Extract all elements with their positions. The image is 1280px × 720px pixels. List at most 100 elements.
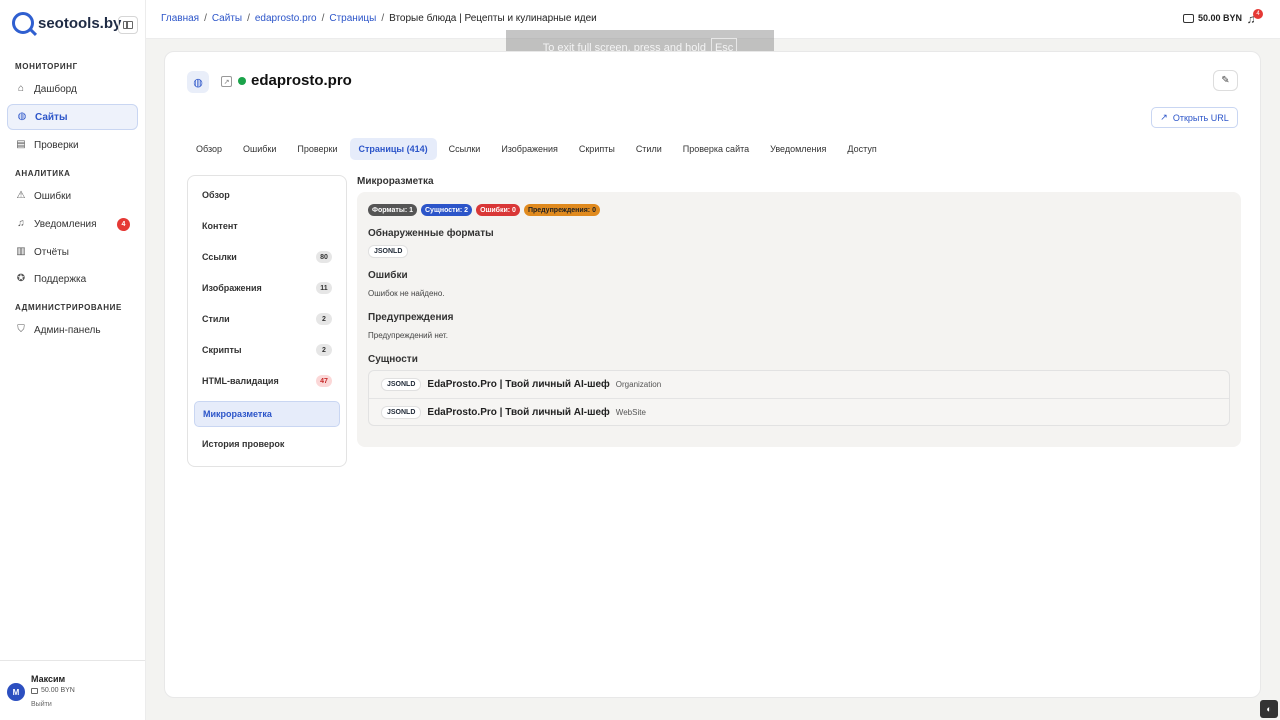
status-dot: [238, 77, 246, 85]
sidebar-item-notifications[interactable]: ♫ Уведомления 4: [7, 211, 138, 237]
breadcrumb-site[interactable]: edaprosto.pro: [255, 13, 317, 24]
logout-link[interactable]: Выйти: [31, 701, 52, 708]
sidebar-item-reports[interactable]: ▥ Отчёты: [7, 239, 138, 265]
avatar[interactable]: М: [7, 683, 25, 701]
subnav-item-check-history[interactable]: История проверок: [194, 431, 340, 457]
tab-checks[interactable]: Проверки: [288, 138, 346, 160]
entity-format-tag: JSONLD: [381, 378, 422, 391]
shield-icon: ⛉: [17, 324, 25, 335]
edit-button[interactable]: ✎: [1213, 70, 1238, 91]
errors-count-chip: Ошибки: 0: [476, 204, 520, 216]
subnav-item-images[interactable]: Изображения 11: [194, 275, 340, 301]
external-link-icon[interactable]: ↗: [221, 76, 232, 87]
sidebar-item-checks[interactable]: ▤ Проверки: [7, 132, 138, 158]
breadcrumb-home[interactable]: Главная: [161, 13, 199, 24]
list-item[interactable]: JSONLD EdaProsto.Pro | Твой личный AI-ше…: [369, 371, 1229, 398]
sidebar-item-label: Проверки: [34, 139, 79, 151]
subnav-item-label: Изображения: [202, 283, 262, 293]
warnings-title: Предупреждения: [368, 312, 454, 323]
globe-icon: ◍: [17, 111, 27, 122]
entity-type: WebSite: [615, 407, 646, 417]
warning-icon: ⚠: [16, 190, 26, 201]
subnav-item-scripts[interactable]: Скрипты 2: [194, 337, 340, 363]
breadcrumb-current: Вторые блюда | Рецепты и кулинарные идеи: [389, 13, 597, 24]
sidebar-item-label: Уведомления: [34, 218, 97, 230]
subnav-item-content[interactable]: Контент: [194, 213, 340, 239]
user-block: М Максим 50.00 BYN Выйти: [0, 660, 145, 720]
notification-badge: 4: [117, 218, 130, 231]
tab-site-check[interactable]: Проверка сайта: [674, 138, 758, 160]
count-badge: 2: [316, 313, 332, 325]
sidebar-item-sites[interactable]: ◍ Сайты: [7, 104, 138, 130]
subnav-item-label: Микроразметка: [203, 409, 272, 419]
subnav-item-overview[interactable]: Обзор: [194, 182, 340, 208]
bell-icon: ♫: [17, 218, 25, 229]
count-badge: 2: [316, 344, 332, 356]
document-icon: ▥: [16, 246, 26, 257]
entities-list: JSONLD EdaProsto.Pro | Твой личный AI-ше…: [368, 370, 1230, 426]
sidebar-item-label: Поддержка: [34, 273, 87, 285]
errors-title: Ошибки: [368, 270, 408, 281]
subnav-item-links[interactable]: Ссылки 80: [194, 244, 340, 270]
subnav-item-html-validation[interactable]: HTML-валидация 47: [194, 368, 340, 394]
tab-styles[interactable]: Стили: [627, 138, 671, 160]
breadcrumb-pages[interactable]: Страницы: [329, 13, 376, 24]
subnav-item-label: Контент: [202, 221, 238, 231]
assistant-button[interactable]: ◐: [1260, 700, 1278, 718]
breadcrumb-separator: /: [321, 13, 325, 24]
tab-notifications[interactable]: Уведомления: [761, 138, 835, 160]
subnav-item-styles[interactable]: Стили 2: [194, 306, 340, 332]
sidebar-item-label: Админ-панель: [34, 324, 101, 336]
tab-images[interactable]: Изображения: [492, 138, 567, 160]
clipboard-icon: ▤: [16, 139, 26, 150]
subnav-item-label: HTML-валидация: [202, 376, 279, 386]
user-balance: 50.00 BYN: [31, 687, 75, 694]
sidebar-item-label: Отчёты: [34, 246, 69, 258]
breadcrumb-sites[interactable]: Сайты: [212, 13, 242, 24]
tab-overview[interactable]: Обзор: [187, 138, 231, 160]
sidebar-item-admin-panel[interactable]: ⛉ Админ-панель: [7, 317, 138, 343]
tab-links[interactable]: Ссылки: [440, 138, 490, 160]
sidebar-item-dashboard[interactable]: ⌂ Дашборд: [7, 76, 138, 102]
sidebar-item-errors[interactable]: ⚠ Ошибки: [7, 183, 138, 209]
notification-count-badge: 4: [1253, 9, 1263, 19]
breadcrumb-separator: /: [247, 13, 250, 24]
tab-scripts[interactable]: Скрипты: [570, 138, 624, 160]
entity-type: Organization: [615, 380, 662, 389]
balance-display[interactable]: 50.00 BYN: [1182, 13, 1242, 23]
tab-pages[interactable]: Страницы (414): [349, 138, 437, 160]
subnav-item-label: История проверок: [202, 439, 285, 449]
tab-errors[interactable]: Ошибки: [234, 138, 285, 160]
format-tag: JSONLD: [368, 245, 409, 258]
list-item[interactable]: JSONLD EdaProsto.Pro | Твой личный AI-ше…: [369, 398, 1229, 425]
tab-bar: Обзор Ошибки Проверки Страницы (414) Ссы…: [187, 138, 889, 160]
sidebar-item-label: Сайты: [35, 111, 68, 123]
breadcrumb-separator: /: [204, 13, 207, 24]
sidebar: seotools.by МОНИТОРИНГ ⌂ Дашборд ◍ Сайты…: [0, 0, 146, 720]
breadcrumb-separator: /: [381, 13, 385, 24]
error-count-badge: 47: [316, 375, 332, 387]
section-heading: Микроразметка: [357, 176, 434, 187]
sidebar-item-label: Ошибки: [34, 190, 72, 202]
subnav-item-label: Ссылки: [202, 252, 237, 262]
entity-format-tag: JSONLD: [381, 405, 422, 419]
formats-count-chip: Форматы: 1: [368, 204, 417, 216]
sidebar-item-support[interactable]: ✪ Поддержка: [7, 266, 138, 292]
pencil-icon: ✎: [1221, 75, 1230, 86]
user-balance-value: 50.00 BYN: [41, 687, 75, 694]
wallet-icon: [31, 687, 38, 694]
logo[interactable]: seotools.by: [12, 12, 121, 34]
sidebar-collapse-button[interactable]: [118, 16, 138, 34]
subnav-item-label: Стили: [202, 314, 230, 324]
section-title-monitoring: МОНИТОРИНГ: [15, 62, 78, 71]
page-subnav: Обзор Контент Ссылки 80 Изображения 11 С…: [187, 175, 347, 467]
formats-title: Обнаруженные форматы: [368, 228, 494, 239]
notifications-button[interactable]: ♫ 4: [1244, 9, 1263, 26]
globe-icon: ◍: [187, 71, 209, 93]
count-badge: 80: [316, 251, 332, 263]
tab-access[interactable]: Доступ: [838, 138, 885, 160]
warnings-text: Предупреждений нет.: [368, 331, 448, 340]
subnav-item-microdata[interactable]: Микроразметка: [194, 401, 340, 427]
summary-chips: Форматы: 1 Сущности: 2 Ошибки: 0 Предупр…: [368, 204, 600, 216]
open-url-button[interactable]: ↗ Открыть URL: [1151, 107, 1238, 128]
